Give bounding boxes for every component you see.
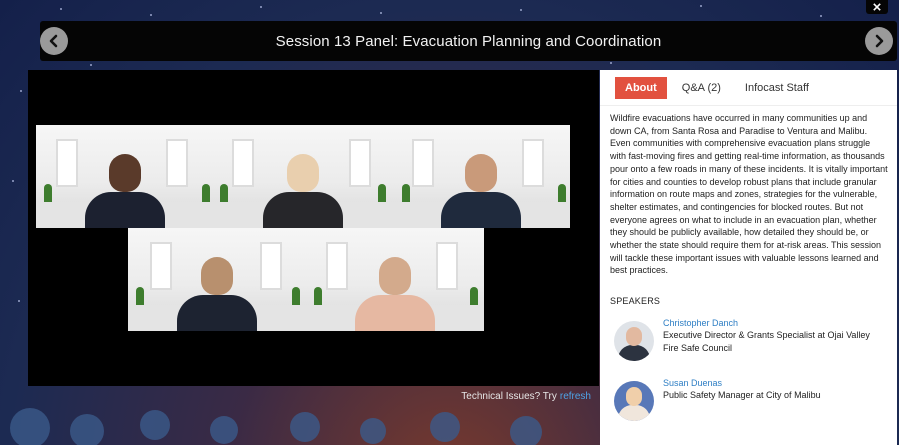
video-row-top: [36, 125, 570, 228]
speakers-heading: SPEAKERS: [610, 296, 661, 307]
video-tile-panelist-3: [392, 125, 570, 228]
speaker-name-link[interactable]: Christopher Danch: [663, 317, 885, 329]
session-info-panel: About Q&A (2) Infocast Staff Wildfire ev…: [600, 70, 897, 445]
avatar: [614, 321, 654, 362]
session-title: Session 13 Panel: Evacuation Planning an…: [275, 32, 662, 50]
speaker-role: Public Safety Manager at City of Malibu: [663, 390, 821, 401]
speaker-role: Executive Director & Grants Specialist a…: [663, 330, 870, 353]
session-title-bar: Session 13 Panel: Evacuation Planning an…: [40, 21, 897, 61]
close-icon: [873, 3, 881, 11]
speaker-item: Christopher Danch Executive Director & G…: [614, 317, 897, 362]
chevron-left-icon: [49, 34, 58, 48]
session-description: Wildfire evacuations have occurred in ma…: [610, 113, 888, 276]
tab-infocast-staff[interactable]: Infocast Staff: [736, 77, 818, 99]
video-tile-panelist-4: [128, 228, 306, 331]
avatar: [614, 381, 654, 422]
next-session-button[interactable]: [865, 27, 893, 55]
close-button[interactable]: [866, 0, 888, 14]
tab-qa[interactable]: Q&A (2): [673, 77, 730, 99]
video-row-bottom: [128, 228, 484, 331]
speaker-name-link[interactable]: Susan Duenas: [663, 377, 885, 389]
chevron-right-icon: [875, 34, 884, 48]
video-player[interactable]: [28, 70, 599, 386]
video-tile-panelist-2: [214, 125, 392, 228]
tab-about[interactable]: About: [615, 76, 667, 99]
panel-tabs: About Q&A (2) Infocast Staff: [600, 70, 897, 106]
speaker-item: Susan Duenas Public Safety Manager at Ci…: [614, 377, 897, 422]
video-tile-panelist-5: [306, 228, 484, 331]
video-tile-panelist-1: [36, 125, 214, 228]
previous-session-button[interactable]: [40, 27, 68, 55]
audience-background: [0, 400, 605, 445]
